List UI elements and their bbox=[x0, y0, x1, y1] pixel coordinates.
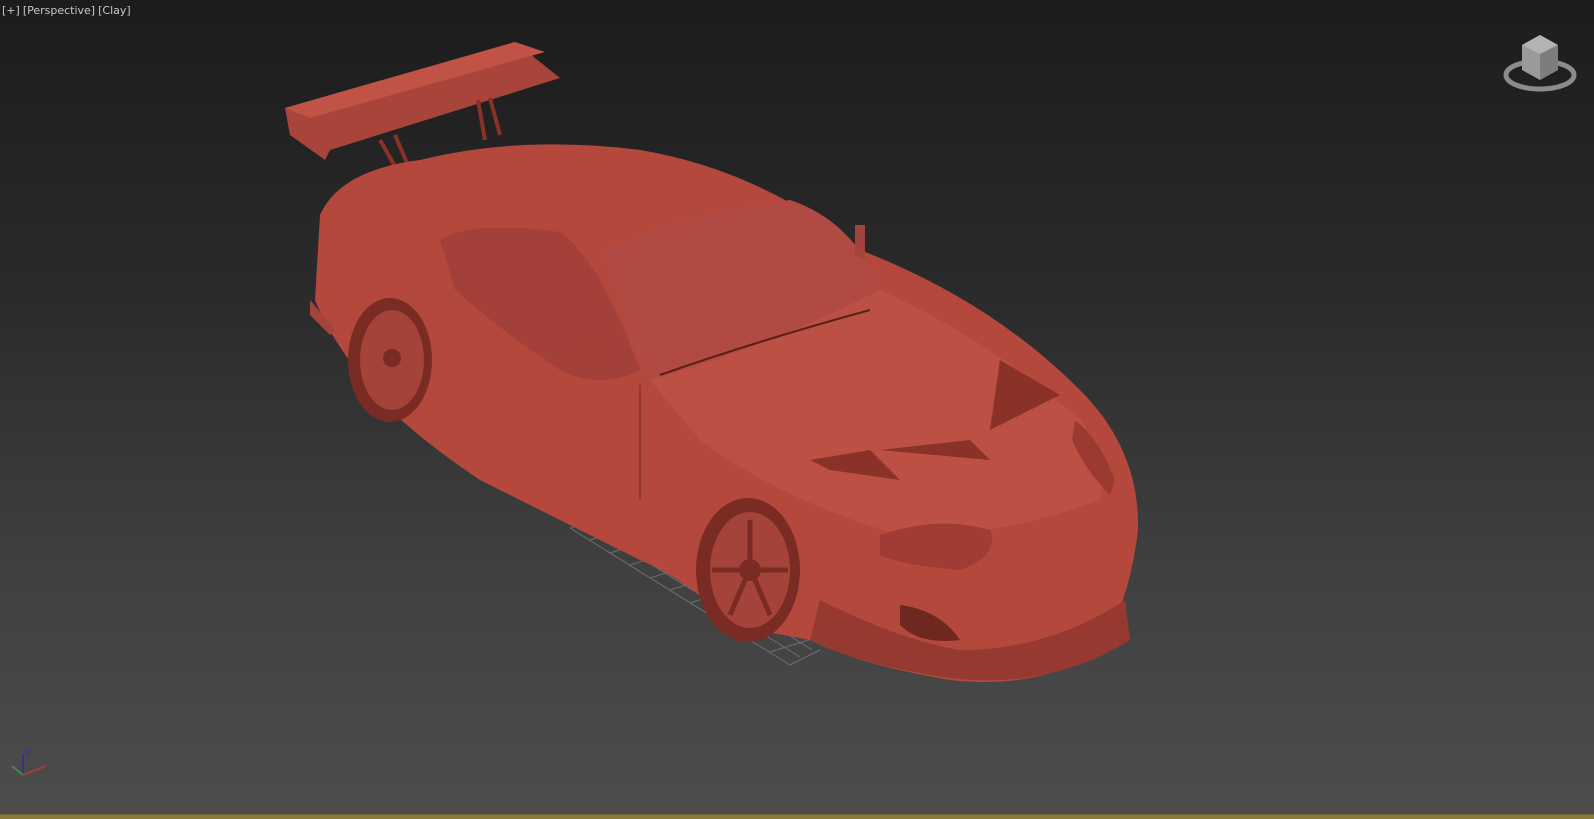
front-wheel bbox=[696, 498, 800, 642]
axis-tripod-icon: Z bbox=[11, 749, 47, 776]
axis-z-label: Z bbox=[25, 749, 31, 758]
viewport-scene[interactable] bbox=[0, 0, 1594, 819]
rear-wheel bbox=[348, 298, 432, 422]
viewcube[interactable] bbox=[1500, 30, 1580, 95]
viewport-bottom-border bbox=[0, 814, 1594, 819]
